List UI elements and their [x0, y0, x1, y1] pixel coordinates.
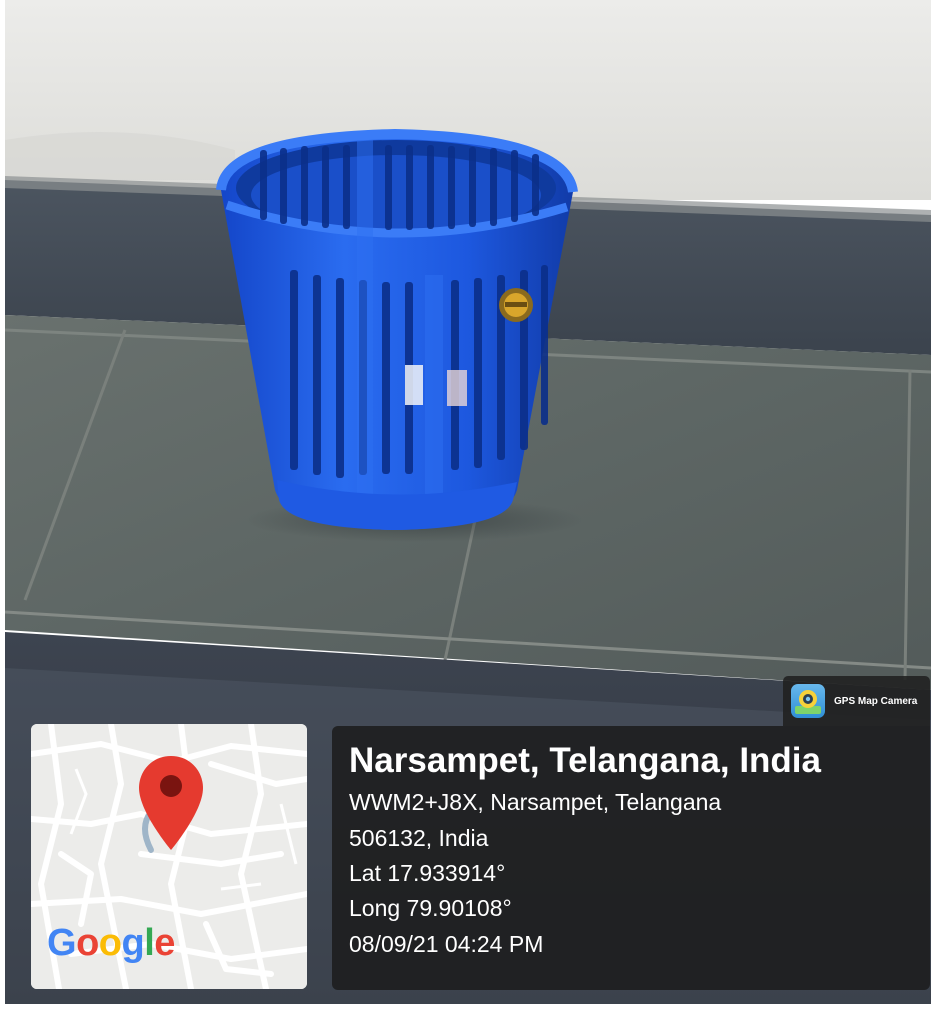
address-line-2: 506132, India: [349, 824, 489, 851]
longitude-value: Long 79.90108°: [349, 895, 512, 922]
google-logo-letter: e: [154, 922, 175, 964]
google-logo-letter: l: [144, 922, 155, 964]
gps-map-camera-badge: GPS Map Camera: [783, 676, 930, 726]
gps-map-camera-app-icon: [791, 684, 825, 718]
address-line-1: WWM2+J8X, Narsampet, Telangana: [349, 789, 722, 816]
google-logo-letter: o: [98, 922, 122, 964]
map-thumbnail[interactable]: Google: [31, 724, 307, 989]
photo-frame: Google GPS Map Camera Narsampet, Telanga…: [5, 0, 931, 1004]
google-logo-letter: G: [47, 922, 77, 964]
google-logo-letter: o: [76, 922, 99, 964]
capture-datetime: 08/09/21 04:24 PM: [349, 930, 544, 957]
latitude-value: Lat 17.933914°: [349, 860, 506, 886]
badge-label: GPS Map Camera: [834, 695, 918, 707]
google-logo: Google: [47, 924, 175, 962]
location-info-panel: Narsampet, Telangana, India WWM2+J8X, Na…: [332, 726, 930, 990]
map-location-pin-icon: [139, 756, 203, 853]
location-title: Narsampet, Telangana, India: [349, 741, 821, 780]
google-logo-letter: g: [121, 922, 145, 964]
